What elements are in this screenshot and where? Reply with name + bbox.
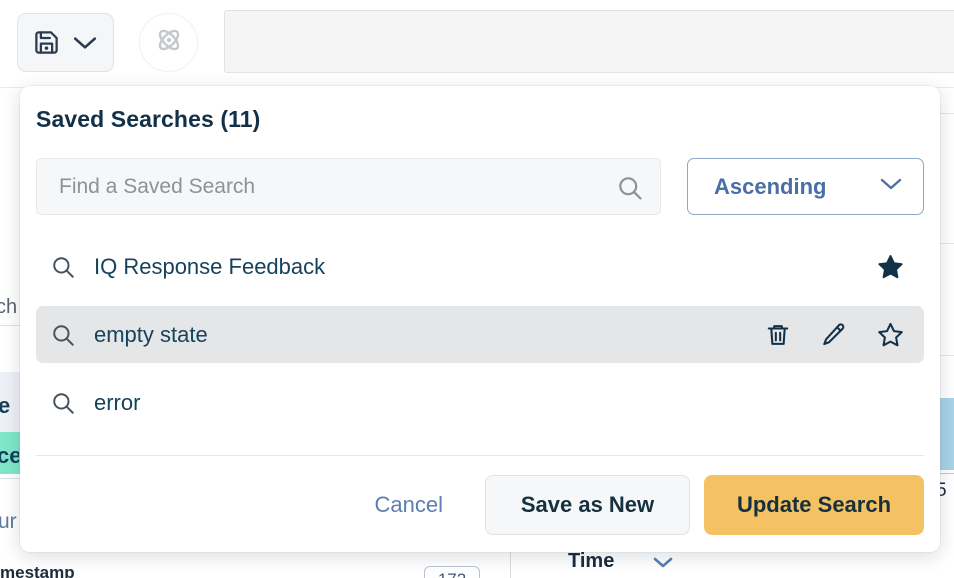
query-input[interactable] xyxy=(224,10,954,73)
list-item-actions xyxy=(877,253,904,280)
save-as-new-button[interactable]: Save as New xyxy=(485,475,690,535)
background-time-column-header: Time xyxy=(568,550,615,572)
chevron-down-icon xyxy=(652,556,674,574)
star-filled-icon[interactable] xyxy=(877,253,904,280)
list-item-label: error xyxy=(94,389,141,415)
saved-searches-panel: Saved Searches (11) Ascending xyxy=(20,86,940,552)
background-text-fragment: ce xyxy=(0,443,19,468)
background-toolbar xyxy=(0,0,954,88)
list-item-actions xyxy=(765,321,904,348)
background-rule xyxy=(0,478,22,479)
chevron-down-icon xyxy=(72,35,98,51)
search-and-sort-row: Ascending xyxy=(36,158,924,215)
atom-icon xyxy=(154,25,184,60)
search-icon xyxy=(50,254,76,280)
panel-footer: Cancel Save as New Update Search xyxy=(36,475,924,535)
list-item-label: empty state xyxy=(94,321,208,347)
search-icon xyxy=(50,390,76,416)
cancel-button[interactable]: Cancel xyxy=(375,492,443,518)
sort-order-select[interactable]: Ascending xyxy=(687,158,924,215)
floppy-disk-icon xyxy=(33,29,60,56)
background-left-strip xyxy=(0,88,22,578)
background-text-fragment: e xyxy=(0,393,11,418)
list-item-label: IQ Response Feedback xyxy=(94,253,326,279)
atom-button[interactable] xyxy=(139,13,198,72)
update-search-button[interactable]: Update Search xyxy=(704,475,924,535)
search-icon xyxy=(50,322,76,348)
sort-order-value: Ascending xyxy=(714,173,827,199)
find-saved-search-input[interactable] xyxy=(36,158,661,215)
saved-searches-list: IQ Response Feedback empty state error xyxy=(36,238,924,441)
list-item[interactable]: empty state xyxy=(36,306,924,363)
background-text-fragment: ur xyxy=(0,510,17,533)
app-root: ch e ce ur mestamp 172 Time 5 Saved Sear… xyxy=(0,0,954,578)
background-rule xyxy=(0,325,22,326)
background-column-separator xyxy=(510,552,511,578)
background-column-label: mestamp xyxy=(0,563,75,578)
list-item[interactable]: error xyxy=(36,374,924,431)
list-item[interactable]: IQ Response Feedback xyxy=(36,238,924,295)
save-search-split-button[interactable] xyxy=(17,13,114,72)
pencil-icon[interactable] xyxy=(821,322,847,348)
background-text-fragment: ch xyxy=(0,296,18,318)
footer-divider xyxy=(36,455,924,456)
panel-title: Saved Searches (11) xyxy=(36,106,261,132)
trash-icon[interactable] xyxy=(765,322,791,348)
background-count-badge: 172 xyxy=(424,566,480,578)
star-outline-icon[interactable] xyxy=(877,321,904,348)
chevron-down-icon xyxy=(879,177,903,196)
